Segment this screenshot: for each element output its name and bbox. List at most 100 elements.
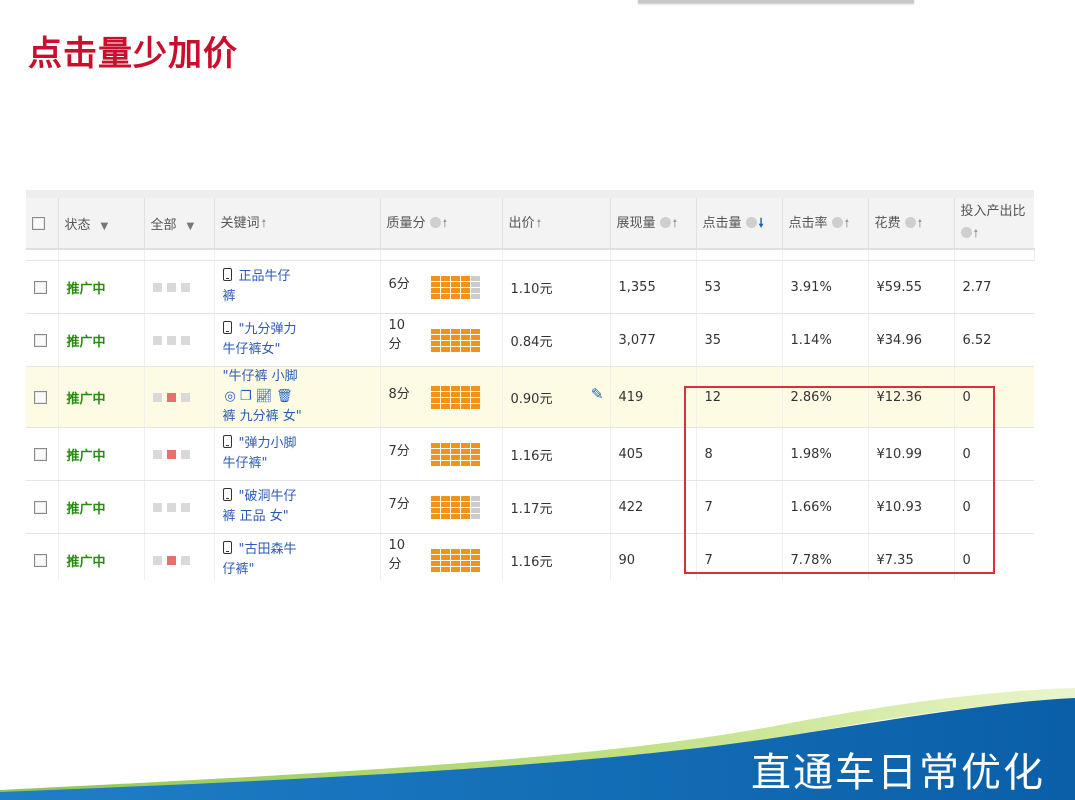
quality-bar-cell <box>450 334 460 340</box>
row-checkbox[interactable] <box>34 500 47 514</box>
row-select-cell[interactable] <box>26 480 59 534</box>
keyword-cell-text[interactable]: 正品牛仔 裤 <box>222 267 372 307</box>
header-clicks[interactable]: 点击量 🠗 <box>696 190 783 250</box>
roi-value: 2.77 <box>962 279 992 295</box>
table-row[interactable]: 推广中 正品牛仔 裤 6分 1.10元 1,355 53 3.91% ¥59.5… <box>26 260 1034 314</box>
copy-icon[interactable]: ❐ <box>240 389 252 404</box>
row-checkbox[interactable] <box>34 447 47 461</box>
header-keyword[interactable]: 关键词 🠕 <box>214 190 381 250</box>
keyword-line-2[interactable]: 裤 正品 女" <box>223 509 289 524</box>
row-checkbox[interactable] <box>34 553 47 567</box>
cost-cell: ¥59.55 <box>868 260 955 314</box>
row-select-cell[interactable] <box>26 533 59 580</box>
bid-value[interactable]: 1.10元 <box>511 282 553 297</box>
bid-cell[interactable]: 0.90元 ✎ <box>502 366 611 428</box>
keyword-line-2[interactable]: 牛仔裤" <box>223 456 268 471</box>
help-icon[interactable] <box>429 217 441 228</box>
keyword-cell-text[interactable]: "牛仔裤 小脚 ◎ ❐ 📈︎ 🗑︎ 裤 九分裤 女" <box>223 367 372 427</box>
keyword-line-2[interactable]: 裤 <box>223 289 236 304</box>
keyword-line-1[interactable]: "弹力小脚 <box>239 436 297 451</box>
keyword-line-2[interactable]: 裤 九分裤 女" <box>223 409 302 424</box>
row-select-cell[interactable] <box>26 260 59 314</box>
keyword-line-2[interactable]: 仔裤" <box>223 562 255 577</box>
row-checkbox[interactable] <box>34 333 47 347</box>
sort-up-icon[interactable]: 🠕 <box>262 217 267 230</box>
keyword-line-1[interactable]: "古田森牛 <box>239 542 297 557</box>
help-icon[interactable] <box>659 217 671 228</box>
header-bid[interactable]: 出价 🠕 <box>502 190 611 250</box>
status-indicator-square <box>166 502 176 512</box>
bid-cell[interactable]: 1.16元 <box>502 427 611 481</box>
quality-bar-cell <box>430 495 440 501</box>
chart-icon[interactable]: 📈︎ <box>256 389 273 404</box>
sort-up-icon[interactable]: 🠕 <box>974 227 979 240</box>
caret-down-icon[interactable]: ▼ <box>187 221 195 232</box>
status-label: 推广中 <box>66 501 106 517</box>
caret-down-icon[interactable]: ▼ <box>101 221 109 232</box>
bid-cell[interactable]: 1.10元 <box>502 260 611 314</box>
bid-cell[interactable]: 1.16元 <box>502 533 611 580</box>
keyword-cell[interactable]: "破洞牛仔 裤 正品 女" <box>214 480 381 534</box>
row-select-cell[interactable] <box>26 366 59 428</box>
header-select-all[interactable] <box>26 190 59 250</box>
help-icon[interactable] <box>745 216 757 228</box>
trash-icon[interactable]: 🗑︎ <box>276 389 293 404</box>
clicks-cell: 35 <box>696 313 783 367</box>
header-roi[interactable]: 投入产出比 🠕 <box>954 190 1034 250</box>
header-cost[interactable]: 花费 🠕 <box>868 190 955 250</box>
keyword-cell-text[interactable]: "破洞牛仔 裤 正品 女" <box>222 487 372 527</box>
keyword-cell[interactable]: "弹力小脚 牛仔裤" <box>214 427 381 481</box>
keyword-cell-text[interactable]: "弹力小脚 牛仔裤" <box>222 434 372 474</box>
keyword-line-1[interactable]: 正品牛仔 <box>239 269 291 284</box>
keyword-line-2[interactable]: 牛仔裤女" <box>223 342 281 357</box>
roi-cell: 6.52 <box>954 313 1034 367</box>
bid-cell[interactable]: 1.17元 <box>502 480 611 534</box>
row-select-cell[interactable] <box>26 313 59 367</box>
bid-value[interactable]: 1.16元 <box>511 449 553 464</box>
header-filter[interactable]: 全部 ▼ <box>144 190 215 250</box>
select-all-checkbox[interactable] <box>32 216 45 230</box>
quality-bar-cell <box>450 328 460 334</box>
pencil-icon[interactable]: ✎ <box>591 385 604 403</box>
bid-value[interactable]: 0.84元 <box>511 335 553 350</box>
help-icon[interactable] <box>904 217 916 228</box>
keyword-line-1[interactable]: "九分弹力 <box>239 322 297 337</box>
table-row[interactable]: 推广中 "九分弹力 牛仔裤女" 10分 0.84元 3,077 35 1.14%… <box>26 313 1034 367</box>
keyword-cell-text[interactable]: "古田森牛 仔裤" <box>222 540 372 580</box>
header-ctr[interactable]: 点击率 🠕 <box>782 190 869 250</box>
clicks-cell: 53 <box>696 260 783 314</box>
bid-value[interactable]: 1.17元 <box>511 502 553 517</box>
sort-up-icon[interactable]: 🠕 <box>845 217 850 230</box>
bid-cell[interactable]: 0.84元 <box>502 313 611 367</box>
row-checkbox[interactable] <box>34 390 47 404</box>
keyword-cell[interactable]: "牛仔裤 小脚 ◎ ❐ 📈︎ 🗑︎ 裤 九分裤 女" <box>214 366 381 428</box>
bid-value[interactable]: 0.90元 <box>511 392 553 407</box>
annotation-highlight-box <box>684 386 995 574</box>
quality-bar-cell <box>430 548 440 554</box>
header-quality[interactable]: 质量分 🠕 <box>380 190 503 250</box>
sort-up-icon[interactable]: 🠕 <box>443 217 448 230</box>
sort-down-active-icon[interactable]: 🠗 <box>759 216 764 230</box>
slide-title: 点击量少加价 <box>28 34 238 74</box>
header-impressions[interactable]: 展现量 🠕 <box>610 190 697 250</box>
help-icon[interactable] <box>960 227 972 238</box>
quality-bar-cell <box>430 385 440 391</box>
help-icon[interactable] <box>831 217 843 228</box>
sort-up-icon[interactable]: 🠕 <box>537 217 542 230</box>
keyword-line-1[interactable]: "破洞牛仔 <box>239 489 297 504</box>
keyword-cell[interactable]: "九分弹力 牛仔裤女" <box>214 313 381 367</box>
keyword-cell[interactable]: 正品牛仔 裤 <box>214 260 381 314</box>
header-status[interactable]: 状态 ▼ <box>58 190 145 250</box>
keyword-cell-text[interactable]: "九分弹力 牛仔裤女" <box>222 320 372 360</box>
target-icon[interactable]: ◎ <box>225 389 236 404</box>
row-select-cell[interactable] <box>26 427 59 481</box>
status-cell: 推广中 <box>58 533 145 580</box>
keyword-cell[interactable]: "古田森牛 仔裤" <box>214 533 381 580</box>
quality-cell: 10分 <box>380 533 503 580</box>
quality-score: 8分 <box>388 386 410 402</box>
keyword-line-1[interactable]: "牛仔裤 小脚 <box>223 369 298 384</box>
row-checkbox[interactable] <box>34 280 47 294</box>
sort-up-icon[interactable]: 🠕 <box>673 217 678 230</box>
bid-value[interactable]: 1.16元 <box>511 555 553 570</box>
sort-up-icon[interactable]: 🠕 <box>918 217 923 230</box>
